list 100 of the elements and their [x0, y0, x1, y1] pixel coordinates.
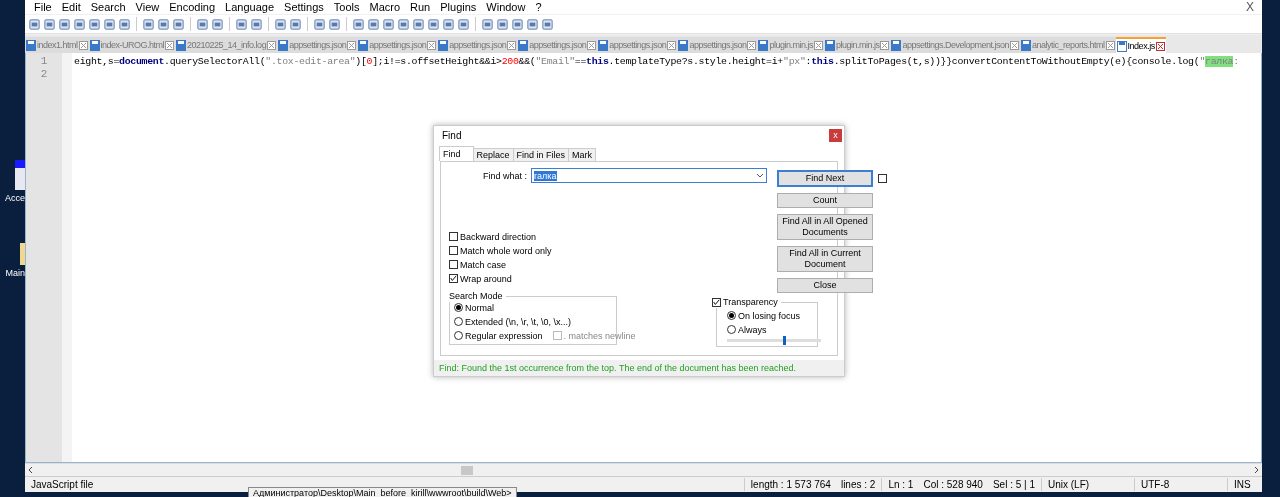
- desktop-app-icon[interactable]: [15, 160, 25, 190]
- checkbox-label[interactable]: Wrap around: [460, 273, 512, 284]
- radio-button[interactable]: [454, 331, 463, 340]
- menu-item[interactable]: Window: [481, 1, 531, 13]
- encoding: UTF-8: [1134, 478, 1227, 491]
- window-close-button[interactable]: X: [1246, 0, 1262, 14]
- close-icon[interactable]: [427, 40, 437, 50]
- checkbox-label[interactable]: . matches newline: [563, 330, 636, 341]
- radio-button[interactable]: [454, 303, 463, 312]
- group-title: Search Mode: [449, 291, 506, 302]
- dialog-button[interactable]: Count: [777, 193, 874, 208]
- radio-label[interactable]: Always: [738, 324, 767, 335]
- dialog-button[interactable]: Find All in All Opened Documents: [777, 214, 874, 240]
- file-icon: [678, 39, 689, 51]
- column-info: Col : 528 940: [923, 479, 983, 490]
- desktop-icon-label[interactable]: Acce: [5, 193, 25, 203]
- menu-item[interactable]: Run: [405, 1, 436, 13]
- close-icon[interactable]: [1155, 41, 1165, 51]
- field-label: Find what :: [483, 170, 528, 181]
- search-field[interactable]: галка: [531, 168, 768, 183]
- close-icon[interactable]: [1105, 40, 1115, 50]
- menu-item[interactable]: Plugins: [435, 1, 482, 13]
- close-icon[interactable]: [880, 40, 890, 50]
- checkbox-label[interactable]: Backward direction: [460, 231, 537, 242]
- radio-label[interactable]: Regular expression: [465, 330, 543, 341]
- dialog-close-button[interactable]: x: [829, 128, 842, 142]
- caret-icon[interactable]: [756, 172, 765, 179]
- radio-button[interactable]: [454, 317, 463, 326]
- file-tab[interactable]: Index.js: [1115, 37, 1166, 53]
- menu-item[interactable]: Search: [85, 1, 131, 13]
- file-icon: [891, 39, 902, 51]
- checkbox[interactable]: [449, 260, 458, 269]
- menu-item[interactable]: View: [130, 1, 165, 13]
- close-icon[interactable]: [747, 40, 757, 50]
- desktop-icon-label[interactable]: Main: [5, 268, 25, 278]
- menu-item[interactable]: Settings: [279, 1, 329, 13]
- close-icon[interactable]: [587, 40, 597, 50]
- dialog-tab[interactable]: Find: [439, 146, 474, 161]
- radio-button[interactable]: [727, 325, 736, 334]
- radio-label[interactable]: On losing focus: [738, 310, 801, 321]
- transparency-slider[interactable]: [727, 339, 821, 342]
- line-number: 1: [39, 55, 49, 68]
- dialog-tab[interactable]: Replace: [472, 148, 514, 161]
- file-icon: [1021, 39, 1032, 51]
- file-tab[interactable]: appsettings.json: [357, 37, 438, 53]
- checkbox[interactable]: [552, 331, 562, 340]
- length-info: length : 1 573 764: [750, 479, 831, 490]
- line-info: Ln : 1: [888, 479, 914, 490]
- file-tab[interactable]: appsettings.json: [517, 37, 598, 53]
- file-icon: [438, 39, 449, 51]
- file-tab[interactable]: appsettings.json: [597, 37, 678, 53]
- checkbox[interactable]: [712, 298, 721, 307]
- checkbox-label[interactable]: Match case: [460, 259, 507, 270]
- file-tab[interactable]: appsettings.json: [437, 37, 518, 53]
- file-tab[interactable]: index-UROG.html: [88, 37, 176, 53]
- menu-item[interactable]: Edit: [56, 1, 86, 13]
- close-icon[interactable]: [165, 40, 175, 50]
- close-icon[interactable]: [667, 40, 677, 50]
- menu-item[interactable]: ?: [530, 1, 547, 13]
- dialog-button[interactable]: Find Next: [777, 170, 874, 187]
- line-number: 2: [39, 68, 49, 81]
- scrollbar-thumb[interactable]: [461, 466, 473, 475]
- close-icon[interactable]: [347, 40, 357, 50]
- file-icon: [176, 39, 187, 51]
- line-ending: Unix (LF): [1041, 478, 1134, 491]
- close-icon[interactable]: [78, 40, 88, 50]
- file-icon: [89, 39, 100, 51]
- radio-label[interactable]: Extended (\n, \r, \t, \0, \x...): [465, 316, 572, 327]
- horizontal-scrollbar[interactable]: [25, 463, 1262, 476]
- dialog-tab[interactable]: Mark: [568, 148, 597, 161]
- checkbox[interactable]: [449, 274, 458, 283]
- menu-item[interactable]: Macro: [364, 1, 406, 13]
- slider-thumb[interactable]: [783, 336, 787, 345]
- radio-button[interactable]: [727, 311, 736, 320]
- checkbox[interactable]: [449, 246, 458, 255]
- close-icon[interactable]: [1010, 40, 1020, 50]
- close-icon[interactable]: [507, 40, 517, 50]
- insert-mode: INS: [1227, 478, 1262, 491]
- checkbox[interactable]: [449, 232, 458, 241]
- file-icon: [358, 39, 369, 51]
- file-tab[interactable]: appsettings.json: [277, 37, 358, 53]
- file-type: JavaScript file: [30, 478, 95, 491]
- file-icon: [518, 39, 529, 51]
- status-message: Find: Found the 1st occurrence from the top. The end of the document has been reached.: [434, 360, 844, 376]
- close-icon[interactable]: [813, 40, 823, 50]
- dialog-button[interactable]: Close: [777, 278, 874, 293]
- dialog-tab[interactable]: Find in Files: [512, 148, 570, 161]
- file-icon: [824, 39, 835, 51]
- menu-item[interactable]: Language: [220, 1, 280, 13]
- checkbox-label[interactable]: Match whole word only: [460, 245, 552, 256]
- checkbox[interactable]: [878, 174, 888, 183]
- menu-item[interactable]: File: [29, 1, 57, 13]
- menu-item[interactable]: Encoding: [164, 1, 221, 13]
- close-icon[interactable]: [267, 40, 277, 50]
- file-icon: [758, 39, 769, 51]
- dialog-button[interactable]: Find All in Current Document: [777, 246, 874, 272]
- file-icon: [278, 39, 289, 51]
- file-tab[interactable]: plugin.min.js: [757, 37, 824, 53]
- menu-item[interactable]: Tools: [328, 1, 365, 13]
- radio-label[interactable]: Normal: [465, 302, 494, 313]
